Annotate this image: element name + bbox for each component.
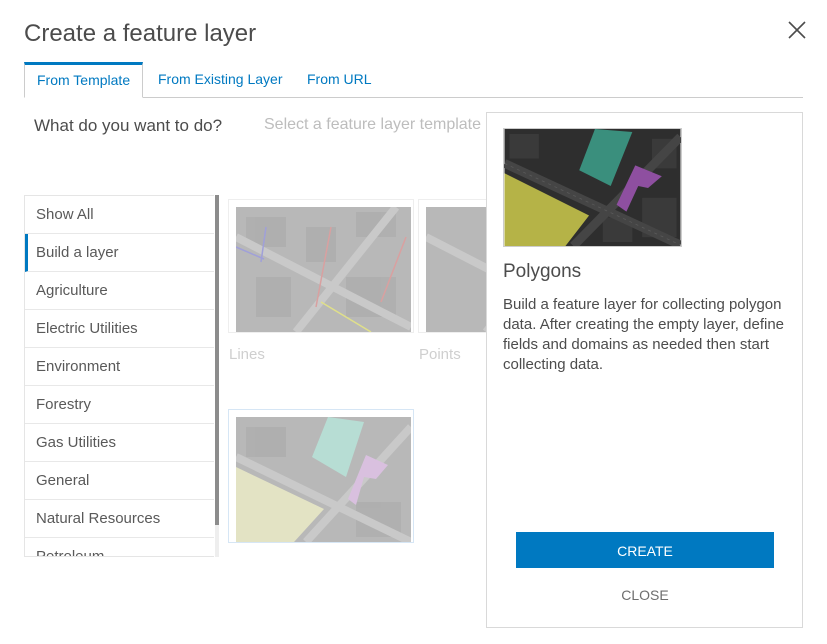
polygons-map-thumbnail [236,417,411,542]
template-select[interactable]: Select a feature layer template [264,116,481,134]
tab-from-template[interactable]: From Template [24,62,144,98]
category-environment[interactable]: Environment [25,348,214,386]
template-label-points: Points [419,346,461,363]
template-gallery: Lines Points [226,195,486,557]
template-detail-panel: Polygons Build a feature layer for colle… [486,112,803,628]
tab-from-url[interactable]: From URL [295,62,384,96]
template-label-lines: Lines [229,346,265,363]
category-forestry[interactable]: Forestry [25,386,214,424]
dialog-title: Create a feature layer [24,20,257,47]
detail-title: Polygons [503,261,582,282]
polygons-preview-thumbnail [503,128,682,247]
tab-bar: From Template From Existing Layer From U… [24,62,803,98]
category-gas-utilities[interactable]: Gas Utilities [25,424,214,462]
category-build-a-layer[interactable]: Build a layer [25,234,214,272]
tab-from-existing-layer[interactable]: From Existing Layer [146,62,294,96]
category-general[interactable]: General [25,462,214,500]
prompt-question: What do you want to do? [34,116,223,135]
category-petroleum[interactable]: Petroleum [25,538,214,556]
category-electric-utilities[interactable]: Electric Utilities [25,310,214,348]
category-list: Show All Build a layer Agriculture Elect… [24,195,214,557]
category-show-all[interactable]: Show All [25,196,214,234]
create-button[interactable]: CREATE [516,532,774,568]
points-map-thumbnail [426,207,486,332]
category-scrollbar[interactable] [215,195,219,557]
detail-description: Build a feature layer for collecting pol… [503,296,785,373]
scrollbar-thumb[interactable] [215,195,219,525]
category-agriculture[interactable]: Agriculture [25,272,214,310]
category-natural-resources[interactable]: Natural Resources [25,500,214,538]
lines-map-thumbnail [236,207,411,332]
template-card-polygons[interactable] [228,409,414,543]
template-card-lines[interactable] [228,199,414,333]
close-icon[interactable] [785,18,809,42]
template-card-points[interactable] [418,199,486,333]
close-button[interactable]: CLOSE [516,587,774,603]
